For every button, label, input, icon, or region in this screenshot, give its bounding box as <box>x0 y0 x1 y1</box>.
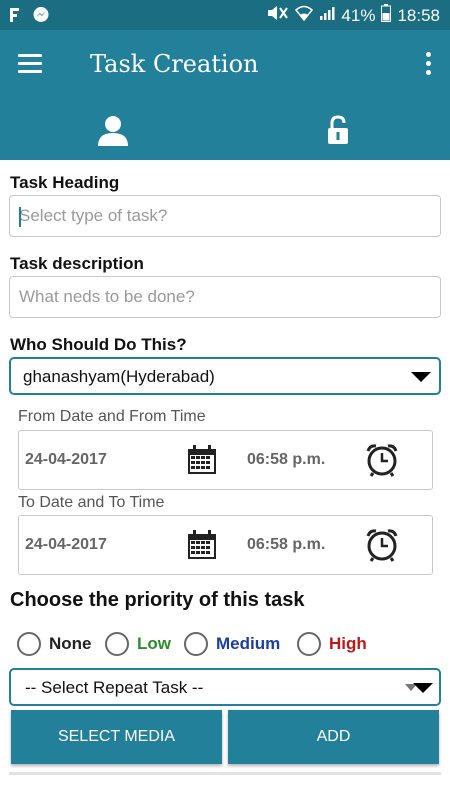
priority-high-radio[interactable]: High <box>297 632 367 656</box>
unlock-icon <box>327 115 348 144</box>
task-heading-input[interactable] <box>10 196 440 236</box>
repeat-task-dropdown[interactable]: -- Select Repeat Task -- <box>9 668 441 706</box>
to-label: To Date and To Time <box>18 494 165 511</box>
menu-icon[interactable] <box>18 54 42 74</box>
overflow-menu-icon[interactable] <box>424 52 432 78</box>
to-date[interactable]: 24-04-2017 <box>25 536 107 554</box>
priority-title: Choose the priority of this task <box>10 589 305 611</box>
radio-circle <box>105 632 129 656</box>
app-bar: Task Creation <box>0 30 450 100</box>
battery-icon <box>381 4 392 27</box>
status-right: 41% 18:58 <box>267 4 440 27</box>
task-description-input[interactable] <box>10 277 440 317</box>
dropdown-arrow-icon <box>413 683 433 693</box>
radio-circle <box>17 632 41 656</box>
status-bar: 41% 18:58 <box>0 0 450 30</box>
mute-icon <box>267 5 289 26</box>
calendar-icon[interactable] <box>187 445 217 480</box>
add-button[interactable]: ADD <box>228 710 439 764</box>
assignee-label: Who Should Do This? <box>10 335 187 354</box>
task-description-field <box>9 276 441 318</box>
to-datetime-box: 24-04-2017 06:58 p.m. <box>18 515 433 575</box>
priority-low-label: Low <box>137 634 171 653</box>
radio-circle <box>297 632 321 656</box>
dropdown-arrow-icon <box>411 372 431 382</box>
task-heading-label: Task Heading <box>10 173 120 192</box>
select-media-button[interactable]: SELECT MEDIA <box>11 710 222 764</box>
from-time[interactable]: 06:58 p.m. <box>247 451 325 469</box>
priority-low-radio[interactable]: Low <box>105 632 171 656</box>
from-label: From Date and From Time <box>18 408 206 425</box>
user-icon <box>97 116 128 146</box>
page-title: Task Creation <box>90 50 259 78</box>
priority-medium-label: Medium <box>216 634 281 653</box>
priority-high-label: High <box>329 634 367 653</box>
tab-user[interactable] <box>0 100 225 160</box>
wifi-icon <box>295 5 314 26</box>
signal-icon <box>319 5 335 26</box>
alarm-clock-icon[interactable] <box>365 528 399 567</box>
messenger-icon <box>32 6 50 28</box>
repeat-task-value: -- Select Repeat Task -- <box>25 678 204 697</box>
calendar-icon[interactable] <box>187 530 217 565</box>
status-left-icons <box>8 6 50 28</box>
tab-bar <box>0 100 450 160</box>
to-time[interactable]: 06:58 p.m. <box>247 536 325 554</box>
text-cursor <box>19 207 21 227</box>
assignee-dropdown[interactable]: ghanashyam(Hyderabad) <box>9 357 441 395</box>
alarm-clock-icon[interactable] <box>365 443 399 482</box>
notification-f-icon <box>8 7 24 27</box>
battery-percent: 41% <box>341 5 376 25</box>
priority-none-label: None <box>49 634 92 653</box>
priority-none-radio[interactable]: None <box>17 632 92 656</box>
task-description-label: Task description <box>10 254 144 273</box>
radio-circle <box>184 632 208 656</box>
task-heading-field <box>9 195 441 237</box>
priority-radio-group: None Low Medium High <box>0 632 450 662</box>
status-time: 18:58 <box>397 5 440 25</box>
bottom-divider <box>9 772 441 775</box>
priority-medium-radio[interactable]: Medium <box>184 632 280 656</box>
from-datetime-box: 24-04-2017 06:58 p.m. <box>18 430 433 490</box>
tab-unlock[interactable] <box>225 100 450 160</box>
from-date[interactable]: 24-04-2017 <box>25 451 107 469</box>
assignee-value: ghanashyam(Hyderabad) <box>23 367 215 386</box>
